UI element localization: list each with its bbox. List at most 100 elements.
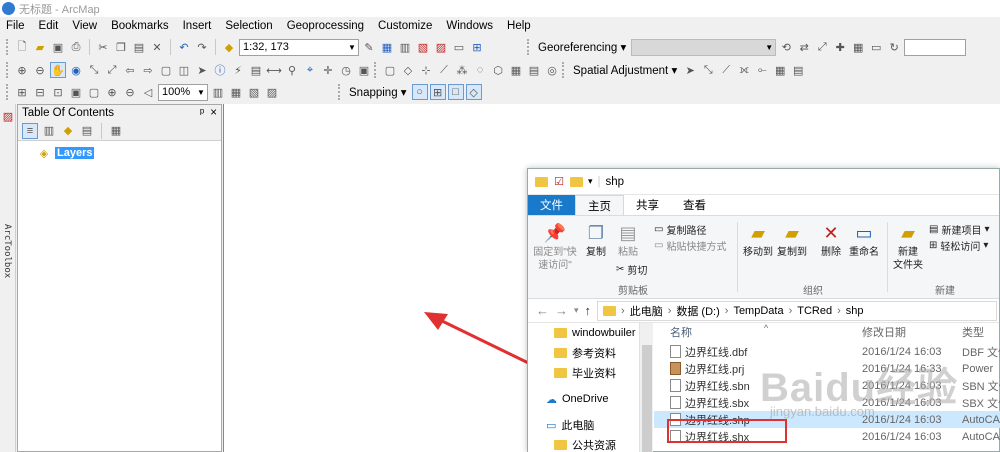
menu-help[interactable]: Help <box>507 20 531 32</box>
tab-view[interactable]: 查看 <box>671 195 718 215</box>
back-icon[interactable]: ⇦ <box>122 62 138 78</box>
new-folder-icon[interactable] <box>570 176 583 187</box>
search-window-icon[interactable]: ▧ <box>415 39 431 55</box>
column-header-type[interactable]: 类型 <box>962 324 1000 340</box>
move-to-button[interactable]: ▰ 移动到 <box>742 220 774 259</box>
python-window-icon[interactable]: ▭ <box>451 39 467 55</box>
menu-edit[interactable]: Edit <box>39 20 59 32</box>
end-snapping-icon[interactable]: ⊞ <box>429 84 446 100</box>
rename-button[interactable]: ▭ 重命名 <box>848 220 880 259</box>
nav-item-graduation[interactable]: 毕业资料 <box>528 363 639 383</box>
copy-path-button[interactable]: ▭ 复制路径 <box>654 222 706 237</box>
up-arrow-icon[interactable]: ↑ <box>585 303 592 318</box>
nav-item-reference[interactable]: 参考资料 <box>528 343 639 363</box>
toolbar-grip[interactable] <box>6 62 10 78</box>
html-popup-icon[interactable]: ▤ <box>248 62 264 78</box>
menu-customize[interactable]: Customize <box>378 20 432 32</box>
toolbar-grip[interactable] <box>562 62 566 78</box>
chevron-down-icon[interactable]: ▾ <box>588 176 593 187</box>
tab-file[interactable]: 文件 <box>528 195 575 215</box>
tab-share[interactable]: 共享 <box>624 195 671 215</box>
close-icon[interactable]: × <box>210 107 217 119</box>
cut-button[interactable]: ✂ 剪切 <box>616 262 647 277</box>
toggle-draft-mode-icon[interactable]: ▥ <box>210 84 226 100</box>
toolbar-grip[interactable] <box>527 39 531 55</box>
recent-locations-icon[interactable]: ▾ <box>574 305 579 316</box>
menu-selection[interactable]: Selection <box>225 20 272 32</box>
tab-home[interactable]: 主页 <box>575 195 624 215</box>
open-folder-icon[interactable]: ▰ <box>32 39 48 55</box>
redo-icon[interactable]: ↷ <box>194 39 210 55</box>
column-header-date[interactable]: 修改日期 <box>862 324 962 340</box>
fixed-zoom-out-icon[interactable]: ⤢ <box>104 62 120 78</box>
change-layout-icon[interactable]: ▧ <box>246 84 262 100</box>
breadcrumb-drive-d[interactable]: 数据 (D:) <box>676 303 719 319</box>
pin-icon[interactable]: ᵖ <box>200 107 204 119</box>
catalog-icon[interactable]: ▥ <box>397 39 413 55</box>
pin-quick-access-button[interactable]: 📌 固定到"快速访问" <box>532 220 578 272</box>
menu-insert[interactable]: Insert <box>183 20 212 32</box>
clear-selection-icon[interactable]: ◫ <box>176 62 192 78</box>
arctoolbox-icon[interactable]: ▨ <box>433 39 449 55</box>
data-driven-pages-icon[interactable]: ▨ <box>264 84 280 100</box>
delete-button[interactable]: ✕ 删除 <box>818 220 844 259</box>
paste-icon[interactable]: ▤ <box>131 39 147 55</box>
arctoolbox-tab-label[interactable]: ArcToolbox <box>2 224 12 278</box>
list-by-drawing-order-icon[interactable]: ≡ <box>22 122 38 139</box>
layout-zoom-out-icon[interactable]: ⊟ <box>32 84 48 100</box>
spatial-adjustment-menu[interactable]: Spatial Adjustment ▾ <box>570 63 680 77</box>
zoom-percent-combo[interactable]: 100% ▼ <box>158 83 208 101</box>
layers-label[interactable]: Layers <box>55 147 95 159</box>
find-route-icon[interactable]: ⌖ <box>302 62 318 78</box>
nav-item-onedrive[interactable]: ☁ OneDrive <box>528 389 639 409</box>
cut-icon[interactable]: ✂ <box>95 39 111 55</box>
toolbar-grip[interactable] <box>6 84 10 100</box>
breadcrumb-this-pc[interactable]: 此电脑 <box>630 303 663 319</box>
forward-icon[interactable]: ⇨ <box>140 62 156 78</box>
select-features-icon[interactable]: ▢ <box>158 62 174 78</box>
undo-icon[interactable]: ↶ <box>176 39 192 55</box>
navigation-scrollbar[interactable] <box>639 323 653 452</box>
layers-node[interactable]: ◈ Layers <box>36 145 221 161</box>
breadcrumb-shp[interactable]: shp <box>846 305 864 317</box>
georeferencing-menu[interactable]: Georeferencing ▾ <box>535 40 629 54</box>
identify-icon[interactable]: ⓘ <box>212 62 228 78</box>
back-arrow-icon[interactable]: ← <box>536 303 549 318</box>
vertex-snapping-icon[interactable]: □ <box>447 84 464 100</box>
menu-geoprocessing[interactable]: Geoprocessing <box>287 20 364 32</box>
layout-zoom-in-icon[interactable]: ⊞ <box>14 84 30 100</box>
model-builder-icon[interactable]: ⊞ <box>469 39 485 55</box>
copy-to-button[interactable]: ▰ 复制到 <box>776 220 808 259</box>
point-snapping-icon[interactable]: ○ <box>411 84 428 100</box>
select-elements-icon[interactable]: ➤ <box>194 62 210 78</box>
column-header-name[interactable]: 名称 <box>654 324 862 340</box>
list-by-source-icon[interactable]: ▥ <box>41 123 57 139</box>
edge-snapping-icon[interactable]: ◇ <box>465 84 482 100</box>
chevron-down-icon[interactable]: ▼ <box>195 88 207 97</box>
georef-input[interactable] <box>904 38 967 56</box>
easy-access-button[interactable]: ⊞ 轻松访问 ▾ <box>929 238 988 253</box>
breadcrumb-tcred[interactable]: TCRed <box>797 305 832 317</box>
menu-file[interactable]: File <box>6 20 25 32</box>
delete-icon[interactable]: ✕ <box>149 39 165 55</box>
list-by-visibility-icon[interactable]: ◆ <box>60 123 76 139</box>
time-slider-icon[interactable]: ◷ <box>338 62 354 78</box>
nav-item-windowbuiler[interactable]: windowbuiler <box>528 323 639 343</box>
prev-extent-layout-icon[interactable]: ◁ <box>140 84 156 100</box>
map-scale-combo[interactable]: 1:32, 173 ▼ <box>239 38 359 56</box>
nav-item-this-pc[interactable]: ▭ 此电脑 <box>528 415 639 435</box>
add-data-icon[interactable]: ◆ <box>221 39 237 55</box>
paste-button[interactable]: ▤ 粘贴 <box>614 220 642 259</box>
find-icon[interactable]: ⚲ <box>284 62 300 78</box>
full-extent-icon[interactable]: ◉ <box>68 62 84 78</box>
toolbar-grip[interactable] <box>6 39 10 55</box>
go-to-xy-icon[interactable]: ✛ <box>320 62 336 78</box>
copy-icon[interactable]: ❐ <box>113 39 129 55</box>
toolbar-grip[interactable] <box>374 62 378 78</box>
menu-bookmarks[interactable]: Bookmarks <box>111 20 169 32</box>
nav-item-public[interactable]: 公共资源 <box>528 435 639 452</box>
toolbar-grip[interactable] <box>338 84 342 100</box>
focus-data-frame-icon[interactable]: ▦ <box>228 84 244 100</box>
zoom-100-icon[interactable]: ▢ <box>86 84 102 100</box>
list-by-selection-icon[interactable]: ▤ <box>79 123 95 139</box>
